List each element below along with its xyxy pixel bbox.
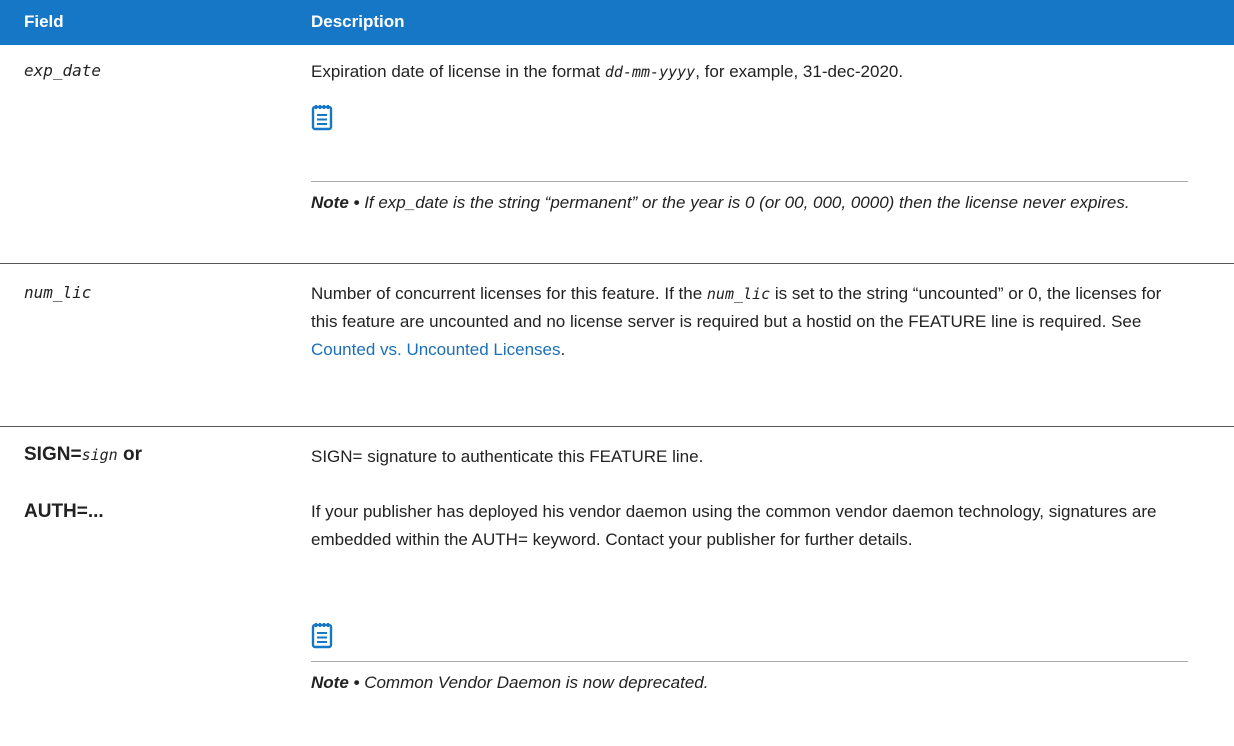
note-exp-date: Note • If exp_date is the string “perman… xyxy=(311,193,1130,212)
date-format: dd-mm-yyyy xyxy=(604,63,696,81)
note-icon xyxy=(311,623,333,649)
description-auth: If your publisher has deployed his vendo… xyxy=(311,502,1157,549)
description-exp-date: Expiration date of license in the format… xyxy=(311,62,904,81)
counted-vs-uncounted-link[interactable]: Counted vs. Uncounted Licenses xyxy=(311,340,561,359)
field-num-lic: num_lic xyxy=(24,283,92,302)
note-label: Note • xyxy=(311,193,365,212)
row-divider xyxy=(0,426,1234,427)
note-divider xyxy=(311,661,1188,662)
note-icon xyxy=(311,105,333,131)
row-divider xyxy=(0,263,1234,264)
field-exp-date: exp_date xyxy=(24,61,102,80)
field-auth: AUTH=... xyxy=(24,501,104,522)
note-divider xyxy=(311,181,1188,182)
table-header: Field Description xyxy=(0,0,1234,45)
description-num-lic: Number of concurrent licenses for this f… xyxy=(311,284,1162,359)
field-sign: SIGN=sign or xyxy=(24,444,142,465)
description-sign: SIGN= signature to authenticate this FEA… xyxy=(311,447,704,466)
header-description: Description xyxy=(311,12,405,31)
note-sign-auth: Note • Common Vendor Daemon is now depre… xyxy=(311,673,709,692)
note-label: Note • xyxy=(311,673,365,692)
header-field: Field xyxy=(24,12,64,31)
inline-code-num-lic: num_lic xyxy=(706,285,771,303)
